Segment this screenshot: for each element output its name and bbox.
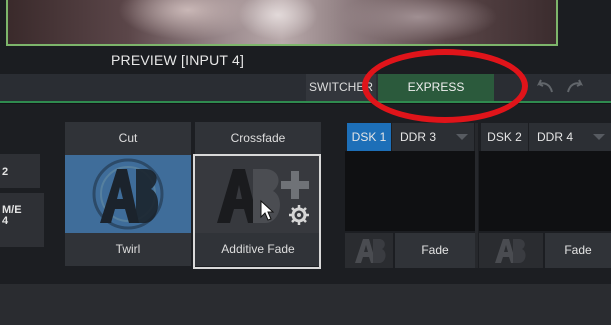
transition-twirl-thumbnail[interactable]: [65, 155, 191, 233]
transition-twirl-label[interactable]: Twirl: [65, 233, 191, 266]
dsk1-transition-thumbnail[interactable]: [345, 233, 393, 268]
dsk2-source-select[interactable]: DDR 4: [529, 123, 611, 151]
dsk2-button[interactable]: DSK 2: [481, 123, 528, 151]
dsk2-fade-button[interactable]: Fade: [545, 233, 611, 268]
me-tile-label: M/E: [2, 204, 22, 216]
dsk1-fade-button[interactable]: Fade: [395, 233, 475, 268]
dsk1-preview: [345, 151, 475, 231]
chevron-down-icon: [593, 134, 605, 140]
annotation-highlight-ellipse: [362, 49, 528, 123]
me-tile-number: 4: [2, 215, 9, 227]
ab-transition-icon: [495, 239, 526, 263]
preview-label: PREVIEW [INPUT 4]: [111, 52, 245, 68]
dsk2-preview: [479, 151, 611, 231]
dsk2-transition-thumbnail[interactable]: [479, 233, 543, 268]
divider: [475, 123, 478, 268]
preview-video: [6, 0, 558, 46]
selected-transition-highlight: [193, 154, 321, 269]
undo-arrow-icon[interactable]: [532, 78, 558, 98]
dsk1-source-value: DDR 3: [400, 130, 437, 144]
dsk2-source-value: DDR 4: [537, 130, 574, 144]
dsk1-source-select[interactable]: DDR 3: [392, 123, 474, 151]
transition-crossfade-button[interactable]: Crossfade: [195, 122, 321, 155]
me-tile-me4[interactable]: M/E 4: [0, 193, 44, 247]
dsk1-button[interactable]: DSK 1: [347, 123, 391, 151]
me-tile-2[interactable]: 2: [0, 154, 40, 188]
chevron-down-icon: [456, 134, 468, 140]
ab-twirl-icon: [92, 158, 164, 230]
switcher-ui: PREVIEW [INPUT 4] SWITCHER EXPRESS 2 M/E…: [0, 0, 611, 325]
preview-monitor-area: PREVIEW [INPUT 4]: [0, 0, 611, 74]
transition-cut-button[interactable]: Cut: [65, 122, 191, 155]
ab-transition-icon: [355, 239, 386, 263]
redo-arrow-icon[interactable]: [562, 78, 588, 98]
bottom-bar: [0, 284, 611, 325]
